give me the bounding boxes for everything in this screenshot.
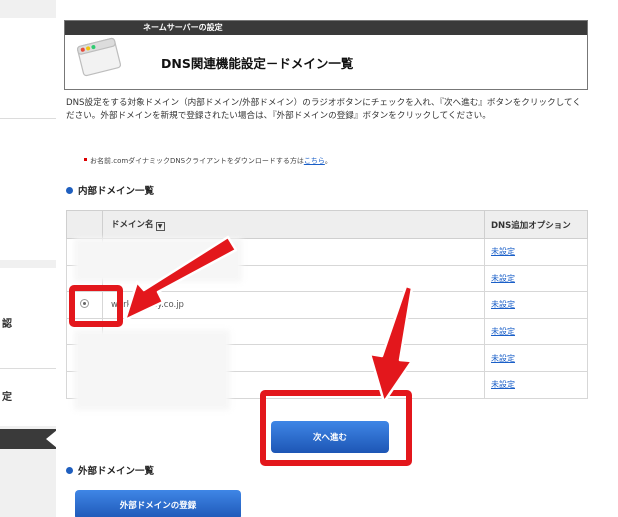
annotation-arrows bbox=[123, 235, 414, 404]
arrow-to-next-icon bbox=[368, 284, 414, 404]
arrow-to-radio-icon bbox=[123, 235, 238, 322]
